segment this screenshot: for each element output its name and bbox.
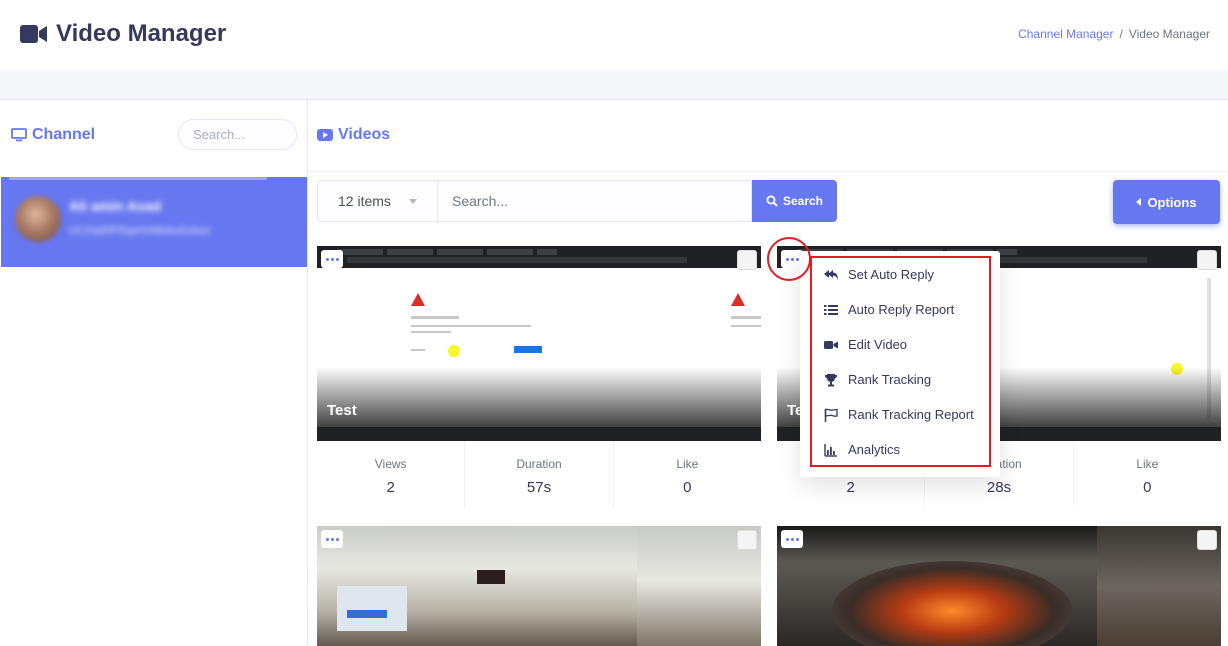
video-search-input[interactable] [437, 180, 752, 222]
videos-title-text: Videos [338, 126, 391, 143]
stat-like: Like 0 [676, 457, 699, 496]
videos-panel: Videos 12 items Search Options [308, 100, 1228, 646]
stat-views: Views 2 [317, 441, 466, 508]
channel-avatar [15, 196, 61, 242]
channel-panel: Channel Ali amin Asad UCXIyEfFfGpHVMlzku… [0, 100, 308, 646]
video-title: Test [327, 402, 357, 419]
search-icon [766, 195, 778, 207]
search-button[interactable]: Search [752, 180, 837, 222]
breadcrumb-channel-manager[interactable]: Channel Manager [1018, 27, 1113, 41]
video-camera-icon [20, 25, 47, 43]
select-checkbox[interactable] [737, 530, 757, 550]
more-options-button[interactable] [321, 250, 343, 268]
thumbnail-photo [777, 526, 1221, 646]
top-header: Video Manager Channel Manager / Video Mana… [0, 0, 1228, 70]
select-checkbox[interactable] [1197, 250, 1217, 270]
channel-item-divider [9, 177, 267, 180]
annotation-highlight-circle [767, 237, 811, 281]
channel-panel-title: Channel [11, 126, 95, 144]
video-card: Test Views 2 Duration 57s Like 0 [317, 246, 761, 508]
video-card [317, 526, 761, 646]
select-checkbox[interactable] [737, 250, 757, 270]
video-thumbnail[interactable] [777, 526, 1221, 646]
channel-search-input[interactable] [178, 119, 297, 150]
caret-down-icon [409, 198, 417, 204]
stat-duration: Duration 57s [465, 441, 614, 508]
more-options-button[interactable] [781, 530, 803, 548]
search-button-label: Search [782, 194, 824, 208]
page-title-text: Video Manager [56, 20, 227, 47]
video-card [777, 526, 1221, 646]
options-button-label: Options [1147, 194, 1197, 210]
videos-panel-title: Videos [317, 126, 390, 144]
annotation-highlight-box [810, 256, 991, 467]
page-title: Video Manager [20, 20, 226, 48]
channel-title-text: Channel [32, 126, 96, 143]
channel-list-item[interactable]: Ali amin Asad UCXIyEfFfGpHVMlzkuDzbsz [1, 177, 307, 267]
cursor-dot [448, 345, 460, 357]
video-thumbnail[interactable] [317, 526, 761, 646]
thumbnail-photo [317, 526, 761, 646]
select-checkbox[interactable] [1197, 530, 1217, 550]
thumbnail-browser-bar [317, 246, 761, 268]
more-dots-icon [325, 537, 329, 541]
items-per-page-select[interactable]: 12 items [317, 180, 437, 222]
main-content: Channel Ali amin Asad UCXIyEfFfGpHVMlzku… [0, 99, 1228, 646]
monitor-icon [11, 128, 27, 142]
warning-icon [731, 293, 745, 306]
video-stats: Views 2 Duration 57s Like 0 [317, 441, 761, 508]
stat-like: Like 0 [1136, 457, 1159, 496]
options-button[interactable]: Options [1113, 180, 1220, 224]
caret-left-icon [1136, 198, 1142, 206]
thumbnail-bottom-bar [317, 427, 761, 441]
breadcrumb: Channel Manager / Video Manager [1018, 27, 1210, 41]
breadcrumb-video-manager: Video Manager [1128, 27, 1210, 41]
warning-icon [411, 293, 425, 306]
video-thumbnail[interactable]: Test [317, 246, 761, 441]
breadcrumb-separator: / [1119, 27, 1123, 41]
channel-id: UCXIyEfFfGpHVMlzkuDzbsz [69, 225, 211, 237]
more-options-button[interactable] [321, 530, 343, 548]
items-per-page-value: 12 items [338, 193, 391, 209]
youtube-icon [317, 129, 333, 141]
header-divider [308, 171, 1228, 172]
more-dots-icon [325, 257, 329, 261]
channel-name: Ali amin Asad [69, 198, 162, 214]
more-dots-icon [785, 537, 789, 541]
